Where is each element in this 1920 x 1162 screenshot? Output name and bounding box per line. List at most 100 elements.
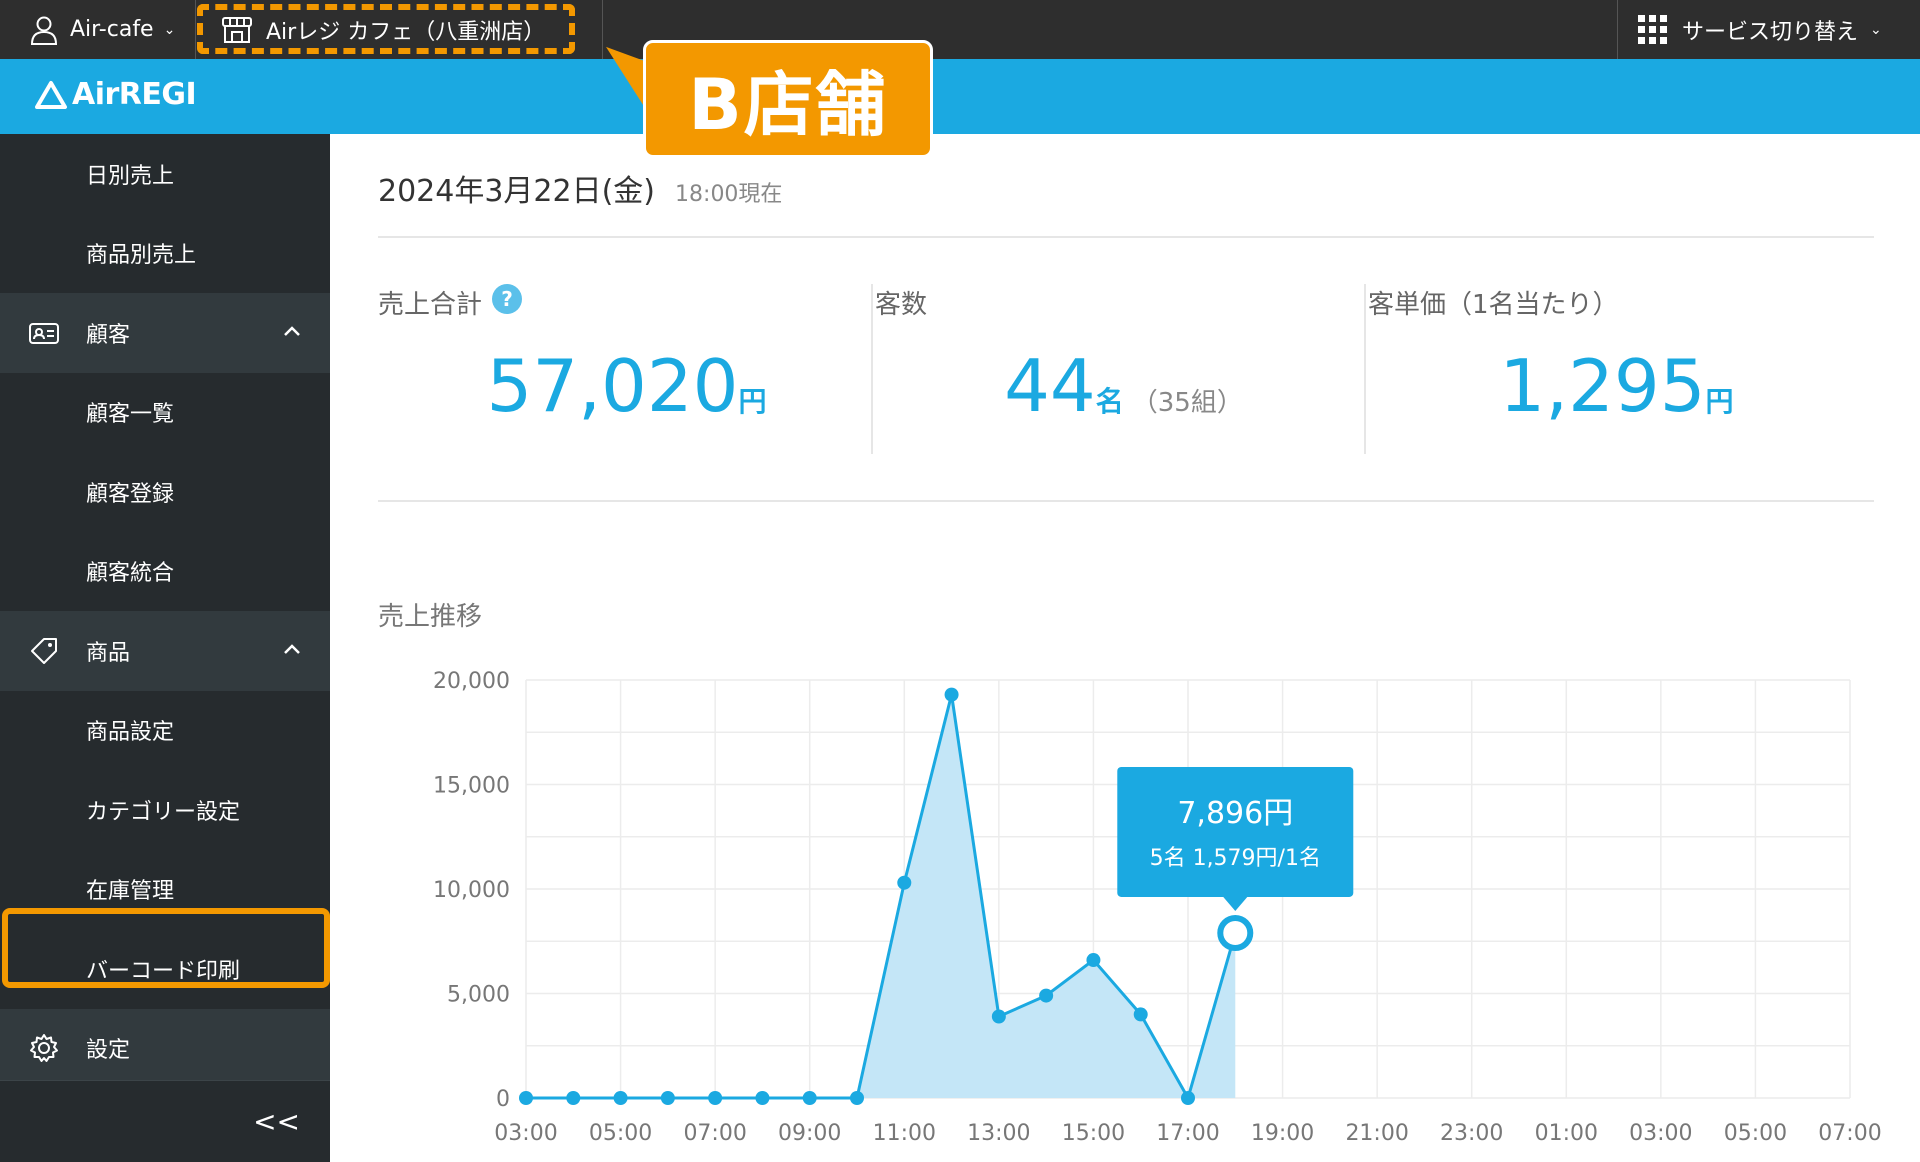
- as-of-time: 18:00現在: [675, 182, 783, 207]
- logo-mark-icon: [35, 80, 67, 109]
- stat-customers: 客数 44名 （35組）: [875, 284, 1372, 454]
- stat-value: 57,020: [486, 344, 739, 428]
- store-b-callout: B店舗: [643, 40, 933, 158]
- data-point: [897, 875, 912, 890]
- data-point: [660, 1091, 675, 1105]
- report-date: 2024年3月22日(金): [378, 174, 656, 209]
- x-tick-label: 07:00: [1818, 1121, 1881, 1146]
- airregi-logo[interactable]: AirREGI: [34, 77, 197, 112]
- sidebar-item-label: 商品: [86, 640, 131, 666]
- y-tick-label: 5,000: [447, 983, 510, 1008]
- store-label: Airレジ カフェ（八重洲店）: [266, 19, 546, 45]
- x-tick-label: 17:00: [1156, 1121, 1219, 1146]
- y-tick-label: 0: [496, 1087, 510, 1112]
- sidebar-item-label: 商品設定: [86, 720, 175, 746]
- data-point: [613, 1091, 628, 1105]
- sidebar-section-settings[interactable]: 設定: [0, 1008, 330, 1088]
- x-tick-label: 05:00: [589, 1121, 652, 1146]
- sidebar-item-product-settings[interactable]: 商品設定: [0, 690, 330, 770]
- x-tick-label: 03:00: [1629, 1121, 1692, 1146]
- sidebar-item-inventory[interactable]: 在庫管理: [0, 849, 330, 929]
- chevron-down-icon: ⌄: [163, 21, 176, 38]
- sidebar-item-category-settings[interactable]: カテゴリー設定: [0, 770, 330, 850]
- x-tick-label: 19:00: [1251, 1121, 1314, 1146]
- stat-label: 客単価（1名当たり）: [1368, 290, 1619, 320]
- sidebar-section-customers[interactable]: 顧客: [0, 293, 330, 373]
- service-label: サービス切り替え: [1682, 19, 1859, 45]
- stat-value: 1,295: [1499, 344, 1706, 428]
- tooltip-value: 7,896円: [1177, 796, 1293, 831]
- divider: [871, 284, 873, 454]
- chevron-down-icon: ⌄: [1870, 21, 1882, 38]
- chevron-up-icon: [284, 644, 300, 654]
- x-tick-label: 09:00: [778, 1121, 841, 1146]
- stat-unit: 円: [1705, 385, 1734, 418]
- stat-value: 44: [1004, 344, 1096, 428]
- customer-card-icon: [29, 322, 59, 344]
- tooltip-pointer: [1223, 896, 1248, 911]
- sidebar-collapse-button[interactable]: <<: [0, 1080, 330, 1162]
- x-tick-label: 11:00: [873, 1121, 936, 1146]
- account-label: Air-cafe: [70, 17, 154, 42]
- sidebar-item-product-sales[interactable]: 商品別売上: [0, 213, 330, 293]
- gear-icon: [30, 1034, 58, 1063]
- date-row: 2024年3月22日(金) 18:00現在: [378, 166, 782, 210]
- sidebar-item-customer-register[interactable]: 顧客登録: [0, 452, 330, 532]
- sales-trend-chart: 0 5,000 10,000 15,000 20,000 03:00 05:00 07:00 0…: [433, 669, 1882, 1146]
- x-tick-label: 05:00: [1724, 1121, 1787, 1146]
- sidebar-item-label: 在庫管理: [86, 879, 175, 905]
- sidebar-item-customer-list[interactable]: 顧客一覧: [0, 372, 330, 452]
- x-tick-label: 13:00: [967, 1121, 1030, 1146]
- stat-total-sales: 売上合計 ? 57,020円: [378, 283, 875, 454]
- tooltip-detail: 5名 1,579円/1名: [1150, 846, 1321, 871]
- chart-title: 売上推移: [378, 602, 483, 632]
- sidebar-item-label: 顧客登録: [86, 481, 175, 507]
- data-point: [1181, 1091, 1195, 1105]
- data-point: [944, 687, 959, 702]
- sidebar-item-label: 日別売上: [86, 163, 175, 189]
- data-point: [1039, 988, 1054, 1003]
- store-switcher[interactable]: Airレジ カフェ（八重洲店）: [195, 0, 603, 59]
- logo-text: AirREGI: [72, 77, 197, 112]
- stat-label: 売上合計: [378, 290, 483, 320]
- sidebar-item-customer-merge[interactable]: 顧客統合: [0, 531, 330, 611]
- sidebar-section-products[interactable]: 商品: [0, 611, 330, 691]
- app-header: AirREGI: [0, 59, 1920, 134]
- data-point: [802, 1091, 817, 1105]
- user-icon: [30, 16, 58, 45]
- x-tick-label: 15:00: [1062, 1121, 1125, 1146]
- data-point: [850, 1091, 864, 1105]
- y-tick-label: 15,000: [433, 774, 510, 799]
- data-point: [1133, 1007, 1148, 1022]
- y-tick-label: 10,000: [433, 878, 510, 903]
- sidebar-item-label: 商品別売上: [86, 243, 197, 269]
- help-icon[interactable]: ?: [492, 283, 523, 314]
- x-tick-label: 21:00: [1345, 1121, 1408, 1146]
- data-point: [991, 1009, 1006, 1024]
- chevron-up-icon: [284, 326, 300, 336]
- data-point: [566, 1091, 581, 1105]
- stat-label: 客数: [875, 290, 928, 320]
- sidebar-item-barcode-print[interactable]: バーコード印刷: [0, 929, 330, 1009]
- account-menu[interactable]: Air-cafe ⌄: [0, 0, 195, 59]
- x-tick-label: 03:00: [494, 1121, 557, 1146]
- divider: [378, 236, 1874, 238]
- stat-unit: 名: [1095, 385, 1124, 418]
- x-tick-label: 01:00: [1535, 1121, 1598, 1146]
- sidebar-item-daily-sales[interactable]: 日別売上: [0, 134, 330, 214]
- stat-average-spend: 客単価（1名当たり） 1,295円: [1368, 284, 1865, 454]
- stat-unit: 円: [738, 385, 767, 418]
- grid-icon: [1638, 14, 1667, 44]
- divider: [378, 500, 1874, 502]
- double-chevron-left-icon: <<: [253, 1105, 300, 1138]
- x-tick-label: 07:00: [683, 1121, 746, 1146]
- divider: [1364, 284, 1366, 454]
- main-content: 2024年3月22日(金) 18:00現在 売上合計 ? 57,020円 客数 …: [330, 134, 1920, 1162]
- tag-icon: [31, 637, 57, 664]
- data-point-selected: [1217, 914, 1254, 951]
- sidebar-item-label: 顧客: [86, 322, 131, 348]
- service-switcher[interactable]: サービス切り替え ⌄: [1617, 0, 1920, 59]
- data-point: [708, 1091, 723, 1105]
- top-bar: Air-cafe ⌄ Airレジ カフェ（八重洲店） サービス切り替え ⌄: [0, 0, 1920, 59]
- stat-extra: （35組）: [1131, 388, 1243, 418]
